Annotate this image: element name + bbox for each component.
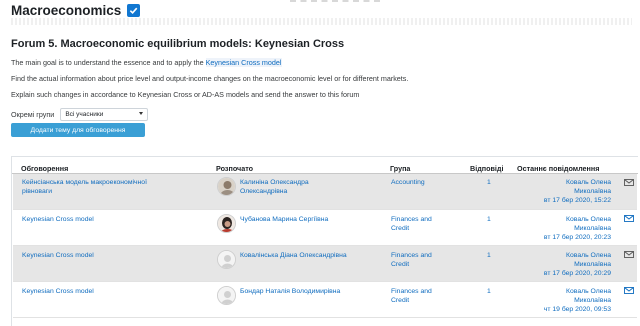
table-row: Keynesian Cross model Бондар Наталія Вол… bbox=[13, 282, 637, 318]
last-post[interactable]: Коваль Олена Миколаївна вт 17 бер 2020, … bbox=[544, 251, 611, 278]
groups-select-value: Всі учасники bbox=[65, 111, 104, 118]
intro-text: The main goal is to understand the essen… bbox=[11, 58, 204, 67]
table-header: Обговорення Розпочато Група Відповіді Ос… bbox=[12, 157, 638, 174]
replies-count[interactable]: 1 bbox=[487, 215, 491, 224]
avatar-placeholder[interactable] bbox=[217, 286, 236, 305]
header-replies[interactable]: Відповіді bbox=[470, 164, 503, 173]
top-divider-dashes bbox=[290, 0, 380, 3]
intro-line-3: Explain such changes in accordance to Ke… bbox=[11, 90, 360, 99]
intro-line-1: The main goal is to understand the essen… bbox=[11, 58, 282, 67]
course-header: Macroeconomics bbox=[11, 3, 141, 18]
group-name[interactable]: Finances and Credit bbox=[391, 215, 432, 233]
author-name[interactable]: Ковалінська Діана Олександрівна bbox=[240, 251, 347, 260]
group-name[interactable]: Accounting bbox=[391, 178, 425, 187]
discussion-title[interactable]: Кейнсіанська модель макроекономічної рівн… bbox=[22, 178, 147, 196]
discussion-title[interactable]: Keynesian Cross model bbox=[22, 215, 94, 224]
envelope-icon[interactable] bbox=[624, 251, 634, 258]
group-name[interactable]: Finances and Credit bbox=[391, 287, 432, 305]
forum-title: Forum 5. Macroeconomic equilibrium model… bbox=[11, 38, 345, 50]
envelope-icon[interactable] bbox=[624, 215, 634, 222]
table-row: Кейнсіанська модель макроекономічної рівн… bbox=[13, 174, 637, 210]
replies-count[interactable]: 1 bbox=[487, 251, 491, 260]
header-last-post[interactable]: Останнє повідомлення bbox=[517, 164, 599, 173]
group-name[interactable]: Finances and Credit bbox=[391, 251, 432, 269]
table-row: Keynesian Cross model Чубанова Марина Се… bbox=[13, 210, 637, 246]
avatar-placeholder[interactable] bbox=[217, 250, 236, 269]
discussion-title[interactable]: Keynesian Cross model bbox=[22, 287, 94, 296]
replies-count[interactable]: 1 bbox=[487, 287, 491, 296]
author-name[interactable]: Бондар Наталія Володимирівна bbox=[240, 287, 340, 296]
envelope-icon[interactable] bbox=[624, 179, 634, 186]
chevron-down-icon bbox=[139, 112, 144, 115]
intro-line-2: Find the actual information about price … bbox=[11, 74, 409, 83]
avatar[interactable] bbox=[217, 214, 236, 233]
header-discussion[interactable]: Обговорення bbox=[21, 164, 68, 173]
table-row: Keynesian Cross model Ковалінська Діана … bbox=[13, 246, 637, 282]
groups-select[interactable]: Всі учасники bbox=[60, 108, 149, 121]
discussion-table: Обговорення Розпочато Група Відповіді Ос… bbox=[11, 156, 638, 326]
last-post[interactable]: Коваль Олена Миколаївна чт 19 бер 2020, … bbox=[544, 287, 611, 314]
envelope-icon[interactable] bbox=[624, 287, 634, 294]
last-post[interactable]: Коваль Олена Миколаївна вт 17 бер 2020, … bbox=[544, 215, 611, 242]
course-title: Macroeconomics bbox=[11, 3, 122, 18]
last-post[interactable]: Коваль Олена Миколаївна вт 17 бер 2020, … bbox=[544, 178, 611, 205]
groups-selector: Окремі групи Всі учасники bbox=[11, 108, 149, 121]
add-discussion-button[interactable]: Додати тему для обговорення bbox=[11, 123, 145, 137]
header-started[interactable]: Розпочато bbox=[216, 164, 253, 173]
discussion-title[interactable]: Keynesian Cross model bbox=[22, 251, 94, 260]
author-name[interactable]: Калиніна Олександра Олександрівна bbox=[240, 178, 309, 196]
header-group[interactable]: Група bbox=[390, 164, 410, 173]
keynesian-cross-link[interactable]: Keynesian Cross model bbox=[205, 58, 282, 67]
author-name[interactable]: Чубанова Марина Сергіївна bbox=[240, 215, 328, 224]
groups-label: Окремі групи bbox=[11, 110, 55, 119]
avatar[interactable] bbox=[217, 177, 236, 196]
checkbox-checked-icon[interactable] bbox=[127, 4, 141, 17]
replies-count[interactable]: 1 bbox=[487, 178, 491, 187]
section-divider bbox=[11, 18, 632, 25]
